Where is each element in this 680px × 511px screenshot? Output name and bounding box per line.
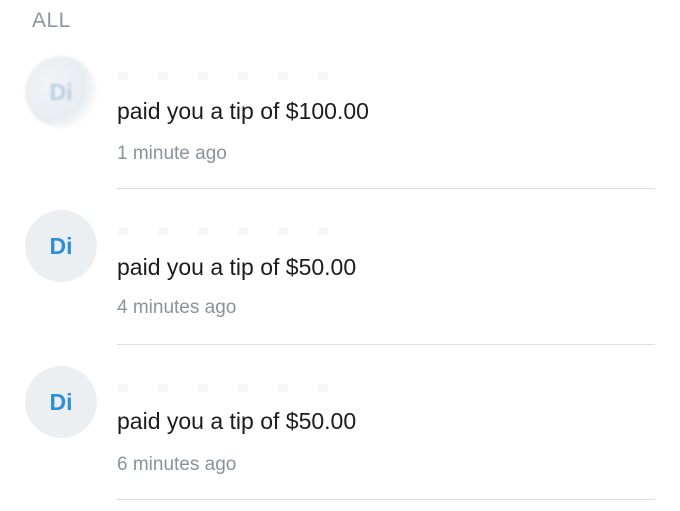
notification-item[interactable]: Di paid you a tip of $50.00 6 minutes ag… <box>0 346 680 502</box>
notification-message: paid you a tip of $100.00 <box>117 98 369 124</box>
divider <box>117 188 655 189</box>
notification-timestamp: 1 minute ago <box>117 143 227 164</box>
notification-item[interactable]: Di paid you a tip of $100.00 1 minute ag… <box>0 34 680 190</box>
section-header-all: ALL <box>32 9 71 32</box>
notification-timestamp: 6 minutes ago <box>117 454 237 475</box>
avatar[interactable]: Di <box>25 210 97 282</box>
redacted-username <box>118 227 328 235</box>
avatar[interactable]: Di <box>25 56 97 128</box>
notification-item[interactable]: Di paid you a tip of $50.00 4 minutes ag… <box>0 190 680 346</box>
divider <box>117 499 655 500</box>
notification-message: paid you a tip of $50.00 <box>117 408 357 434</box>
avatar[interactable]: Di <box>25 366 97 438</box>
redacted-username <box>118 384 328 392</box>
divider <box>117 344 655 345</box>
notification-message: paid you a tip of $50.00 <box>117 254 357 280</box>
redacted-username <box>118 72 328 80</box>
notification-timestamp: 4 minutes ago <box>117 297 237 318</box>
